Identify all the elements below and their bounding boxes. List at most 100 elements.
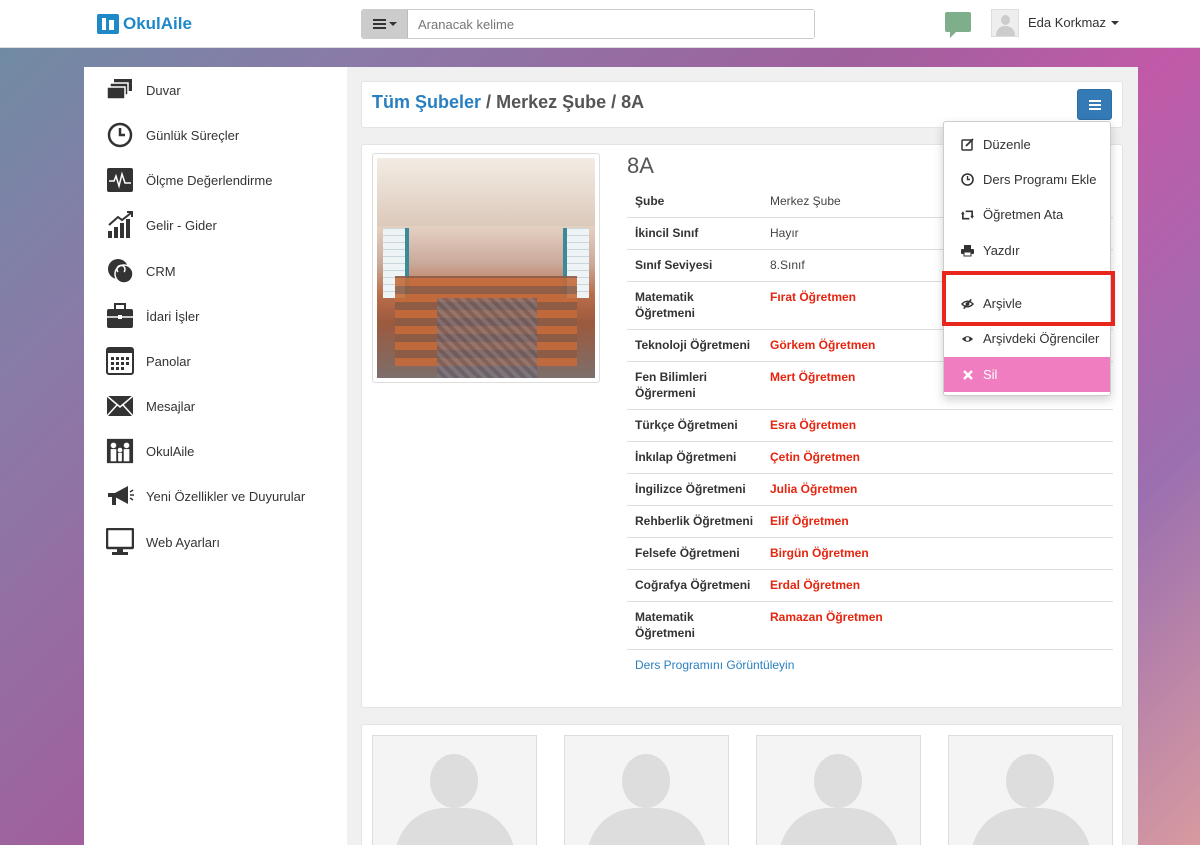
info-label: Teknoloji Öğretmeni [627,329,762,362]
menu-item-label: Öğretmen Ata [983,207,1064,222]
wall-icon [106,76,134,104]
logo-text: OkulAile [123,14,192,33]
avatar-placeholder-icon [430,754,478,808]
close-icon [961,368,974,381]
student-card[interactable] [372,735,537,845]
avatar-placeholder-icon [1006,754,1054,808]
info-label: Matematik Öğretmeni [627,601,762,650]
avatar-placeholder-icon [814,754,862,808]
teacher-link[interactable]: Erdal Öğretmen [762,569,1113,602]
sidebar-item-duvar[interactable]: Duvar [106,75,181,105]
envelope-icon [106,392,134,420]
avatar[interactable] [991,9,1019,37]
info-label: Coğrafya Öğretmeni [627,569,762,602]
view-schedule-link[interactable]: Ders Programını Görüntüleyin [635,658,794,672]
breadcrumb-separator: / [611,92,617,112]
info-row: İnkılap Öğretmeni Çetin Öğretmen [627,441,1113,474]
menu-item-label: Ders Programı Ekle [983,172,1097,187]
student-card[interactable] [948,735,1113,845]
info-label: İnkılap Öğretmeni [627,441,762,474]
actions-menu-button[interactable] [1077,89,1112,120]
sidebar-item-label: CRM [146,263,176,279]
breadcrumb-root-link[interactable]: Tüm Şubeler [372,92,481,112]
sidebar-item-crm[interactable]: CRM [106,256,176,286]
info-label: Felsefe Öğretmeni [627,537,762,570]
menu-item-add-schedule[interactable]: Ders Programı Ekle [944,162,1110,197]
sidebar-item-label: Panolar [146,353,191,369]
sidebar-item-mesajlar[interactable]: Mesajlar [106,391,195,421]
print-icon [961,244,974,257]
students-panel [361,724,1123,845]
teacher-link[interactable]: Ramazan Öğretmen [762,601,1113,650]
search-input[interactable] [408,10,814,38]
megaphone-icon [106,482,134,510]
search-filter-toggle[interactable] [362,10,408,38]
clock-icon [961,173,974,186]
sidebar-item-panolar[interactable]: Panolar [106,346,191,376]
retweet-icon [961,208,974,221]
sidebar-item-label: Günlük Süreçler [146,127,240,143]
menu-item-delete[interactable]: Sil [944,357,1110,392]
crm-icon [106,257,134,285]
breadcrumb: Tüm Şubeler / Merkez Şube / 8A [372,92,644,113]
sidebar-item-yeni-ozellikler[interactable]: Yeni Özellikler ve Duyurular [106,481,305,511]
user-name: Eda Korkmaz [1028,15,1107,30]
sidebar-item-label: Ölçme Değerlendirme [146,172,273,188]
breadcrumb-separator: / [486,92,492,112]
sidebar-item-label: Duvar [146,82,181,98]
teacher-link[interactable]: Çetin Öğretmen [762,441,1113,474]
breadcrumb-class: 8A [621,92,645,112]
sidebar-item-okulaile[interactable]: OkulAile [106,436,194,466]
sidebar-item-idari-isler[interactable]: İdari İşler [106,301,199,331]
class-photo-frame [372,153,600,383]
info-row: Felsefe Öğretmeni Birgün Öğretmen [627,537,1113,570]
info-row: Coğrafya Öğretmeni Erdal Öğretmen [627,569,1113,602]
sidebar-item-label: OkulAile [146,443,195,459]
info-row: İngilizce Öğretmeni Julia Öğretmen [627,473,1113,506]
menu-item-edit[interactable]: Düzenle [944,127,1110,162]
sidebar-item-gunluk-surecler[interactable]: Günlük Süreçler [106,120,239,150]
sidebar-item-olcme-degerlendirme[interactable]: Ölçme Değerlendirme [106,165,272,195]
menu-item-label: Yazdır [983,243,1020,258]
student-card[interactable] [564,735,729,845]
teacher-link[interactable]: Birgün Öğretmen [762,537,1113,570]
archive-highlight-box [942,271,1115,326]
edit-icon [961,138,974,151]
menu-item-assign-teacher[interactable]: Öğretmen Ata [944,197,1110,232]
info-label: Matematik Öğretmeni [627,281,762,330]
family-icon [106,437,134,465]
info-label: Fen Bilimleri Öğrermeni [627,361,762,410]
app-logo[interactable]: OkulAile [97,14,192,34]
teacher-link[interactable]: Esra Öğretmen [762,409,1113,442]
menu-item-print[interactable]: Yazdır [944,233,1110,268]
info-label: Türkçe Öğretmeni [627,409,762,442]
sidebar: Duvar Günlük Süreçler Ölçme Değerlendirm… [84,67,347,845]
eye-icon [961,332,974,345]
menu-item-label: Arşivdeki Öğrenciler [983,331,1100,346]
avatar-placeholder-icon [622,754,670,808]
menu-item-label: Düzenle [983,137,1031,152]
menu-item-label: Sil [983,367,998,382]
calendar-icon [106,347,134,375]
user-menu[interactable]: Eda Korkmaz [1028,15,1120,30]
info-label: Rehberlik Öğretmeni [627,505,762,538]
info-row: Rehberlik Öğretmeni Elif Öğretmen [627,505,1113,538]
sidebar-item-label: Gelir - Gider [146,217,217,233]
sidebar-item-label: Web Ayarları [146,534,220,550]
teacher-link[interactable]: Julia Öğretmen [762,473,1113,506]
sidebar-item-gelir-gider[interactable]: Gelir - Gider [106,210,217,240]
teacher-link[interactable]: Elif Öğretmen [762,505,1113,538]
logo-icon [97,14,119,34]
chart-icon [106,211,134,239]
class-title: 8A [627,153,654,178]
info-label: İkincil Sınıf [627,217,762,250]
chat-icon[interactable] [945,12,971,38]
monitor-icon [106,528,134,556]
sidebar-item-web-ayarlari[interactable]: Web Ayarları [106,527,220,557]
menu-item-archived-students[interactable]: Arşivdeki Öğrenciler [944,321,1110,356]
info-label: Sınıf Seviyesi [627,249,762,282]
sidebar-item-label: Mesajlar [146,398,196,414]
info-row: Matematik Öğretmeni Ramazan Öğretmen [627,601,1113,650]
student-card[interactable] [756,735,921,845]
actions-dropdown-menu: Düzenle Ders Programı Ekle Öğretmen Ata … [943,121,1111,396]
